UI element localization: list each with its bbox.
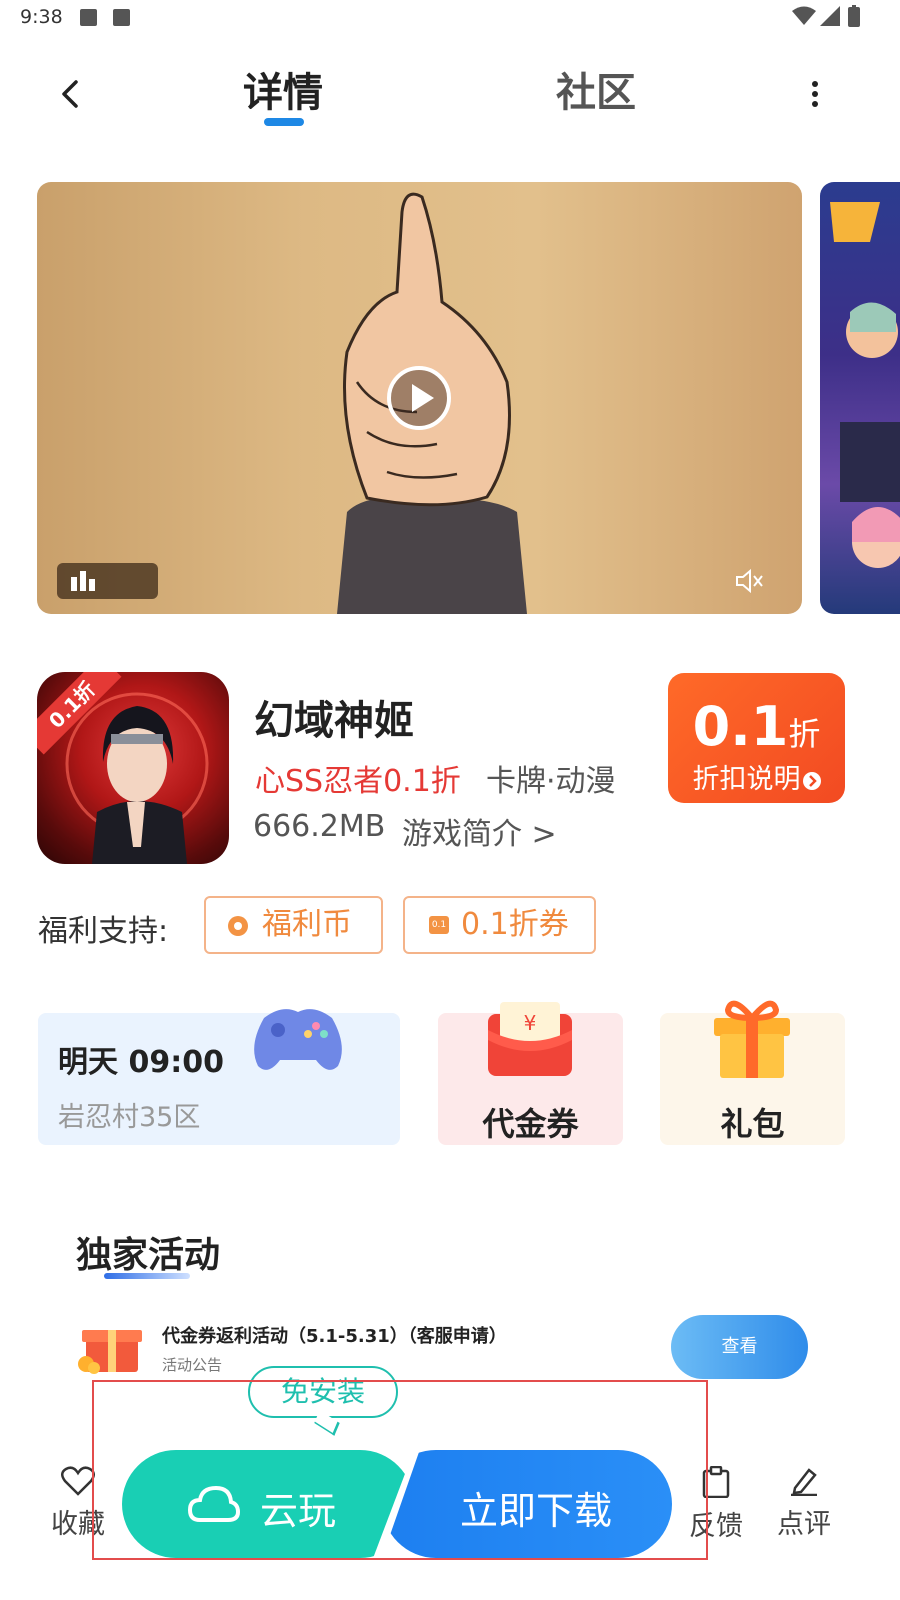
- gift-coupon-icon: [78, 1330, 142, 1374]
- server-open-card[interactable]: 明天 09:00 岩忍村35区: [38, 1013, 400, 1145]
- discount-ticket-chip[interactable]: 0.1 0.1折券: [403, 896, 596, 954]
- game-intro-link[interactable]: 游戏简介 >: [402, 809, 557, 853]
- mute-icon[interactable]: [734, 568, 764, 594]
- exclusive-section-title: 独家活动: [76, 1235, 221, 1276]
- gift-box-icon: [714, 1000, 790, 1078]
- tab-details[interactable]: 详情: [243, 60, 323, 118]
- signal-icon: [820, 6, 840, 26]
- screenshot-thumbnail[interactable]: [820, 182, 900, 614]
- screenshot-artwork: [830, 202, 900, 568]
- discount-card[interactable]: 0.1折 折扣说明: [668, 673, 845, 803]
- more-options-icon[interactable]: [800, 76, 830, 112]
- gamepad-icon: [254, 1009, 342, 1070]
- server-open-time: 明天 09:00: [58, 1045, 224, 1080]
- activity-title[interactable]: 代金券返利活动（5.1-5.31）（客服申请）: [162, 1322, 507, 1348]
- tab-community[interactable]: 社区: [556, 60, 636, 118]
- section-underline: [104, 1273, 190, 1279]
- review-button[interactable]: 点评: [769, 1466, 839, 1541]
- chevron-right-circle-icon: [802, 772, 821, 790]
- play-video-icon[interactable]: [386, 365, 452, 431]
- edit-pen-icon: [791, 1468, 817, 1496]
- welfare-coin-label: 福利币: [262, 907, 352, 942]
- review-label: 点评: [777, 1509, 831, 1540]
- back-arrow-icon[interactable]: [52, 74, 92, 114]
- bar-chart-icon: [71, 571, 95, 591]
- active-tab-indicator: [264, 118, 304, 126]
- view-activity-button[interactable]: 查看: [671, 1315, 808, 1379]
- gift-pack-label: 礼包: [720, 1105, 785, 1143]
- battery-icon: [848, 5, 860, 27]
- highlight-box: [92, 1380, 708, 1560]
- game-highlight-tag: 心SS忍者0.1折: [255, 764, 461, 799]
- game-genre: 卡牌·动漫: [486, 764, 616, 799]
- heart-icon: [61, 1466, 95, 1496]
- server-name: 岩忍村35区: [58, 1102, 201, 1133]
- voucher-label: 代金券: [482, 1105, 579, 1143]
- font-notification-icon: [113, 9, 130, 26]
- discount-explain-link[interactable]: 折扣说明: [668, 757, 845, 796]
- coin-icon: [228, 916, 248, 936]
- game-size: 666.2MB: [253, 809, 386, 844]
- welfare-coin-chip[interactable]: 福利币: [204, 896, 383, 954]
- activity-subtitle: 活动公告: [162, 1356, 223, 1374]
- ticket-icon: 0.1: [429, 916, 449, 934]
- discount-ticket-label: 0.1折券: [461, 907, 569, 942]
- welfare-label: 福利支持:: [38, 914, 169, 949]
- gallery-notification-icon: [80, 9, 97, 26]
- svg-text:¥: ¥: [524, 1011, 537, 1035]
- wifi-icon: [792, 6, 816, 25]
- game-title: 幻域神姬: [254, 698, 414, 744]
- game-icon: 0.1折: [37, 672, 229, 864]
- status-time: 9:38: [20, 6, 63, 28]
- red-envelope-icon: ¥: [488, 1002, 572, 1076]
- video-stats-badge: [57, 563, 158, 599]
- status-bar: 9:38: [0, 0, 900, 36]
- discount-value: 0.1折: [692, 695, 821, 758]
